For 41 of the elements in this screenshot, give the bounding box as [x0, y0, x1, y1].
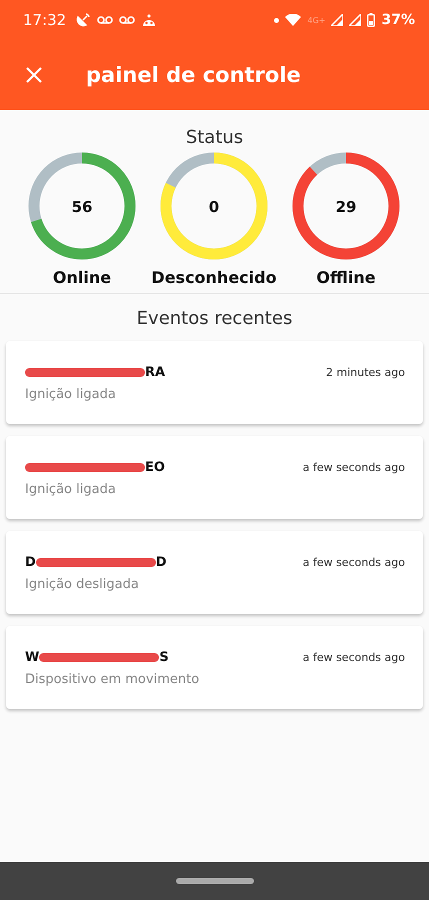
event-description: Ignição ligada	[25, 482, 117, 497]
name-text: RA	[145, 365, 166, 380]
gauge-label: Offline	[316, 268, 376, 287]
signal-icon	[331, 14, 344, 26]
event-card[interactable]: RA 2 minutes ago Ignição ligada	[6, 341, 423, 424]
event-card[interactable]: W S a few seconds ago Dispositivo em movimento	[6, 626, 423, 709]
donut-gauge: 29	[292, 152, 400, 260]
event-card[interactable]: EO a few seconds ago Ignição ligada	[6, 436, 423, 519]
section-title: Status	[186, 127, 244, 148]
name-text: S	[159, 650, 169, 665]
section-title: Eventos recentes	[136, 308, 292, 329]
event-card[interactable]: D D a few seconds ago Ignição desligada	[6, 531, 423, 614]
name-text: EO	[145, 460, 165, 475]
voicemail-icon	[119, 15, 136, 25]
event-description: Ignição desligada	[25, 577, 140, 592]
event-description: Ignição ligada	[25, 387, 117, 402]
voicemail-icon	[97, 15, 114, 25]
event-time: 2 minutes ago	[326, 366, 405, 379]
name-text: D	[156, 555, 167, 570]
dot-icon	[274, 18, 280, 22]
home-handle[interactable]	[176, 878, 254, 884]
signal-icon	[349, 14, 362, 26]
wifi-icon	[285, 14, 302, 26]
donut-gauge: 56	[28, 152, 136, 260]
battery-percent: 37%	[381, 12, 415, 28]
gauge-label: Desconhecido	[151, 268, 277, 287]
event-time: a few seconds ago	[302, 651, 405, 664]
network-type: 4G+	[307, 16, 326, 24]
name-text: W	[25, 650, 40, 665]
robot-icon	[141, 13, 158, 27]
event-description: Dispositivo em movimento	[25, 672, 200, 687]
battery-icon	[367, 13, 376, 27]
event-time: a few seconds ago	[302, 461, 405, 474]
close-icon[interactable]	[26, 67, 42, 83]
screen-title: painel de controle	[86, 63, 301, 87]
name-text: D	[25, 555, 36, 570]
clock: 17:32	[23, 11, 66, 29]
satellite-dish-icon	[75, 12, 92, 28]
donut-gauge: 0	[160, 152, 268, 260]
event-time: a few seconds ago	[302, 556, 405, 569]
gauge-label: Online	[52, 268, 112, 287]
